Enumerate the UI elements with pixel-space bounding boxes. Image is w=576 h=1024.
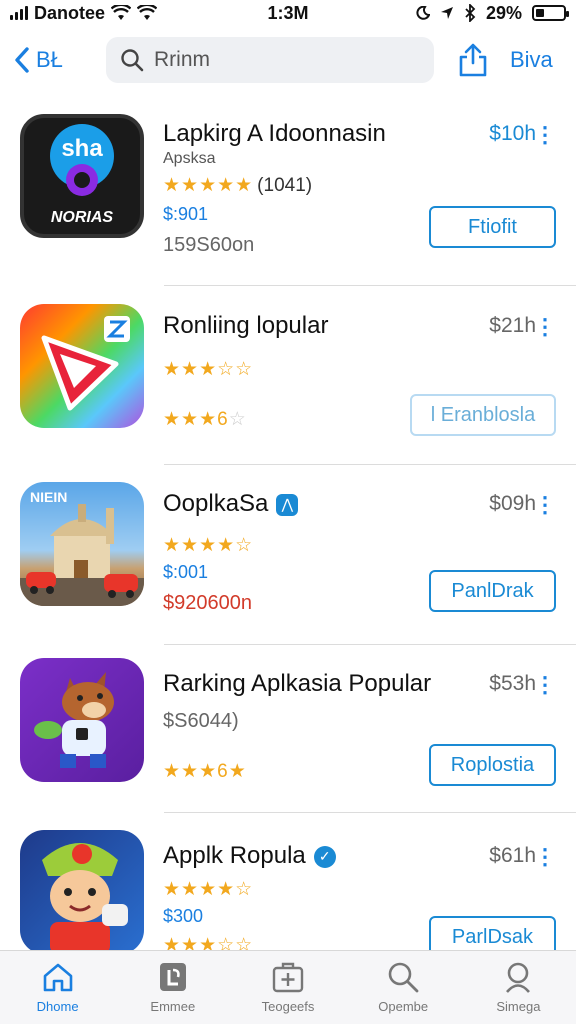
- tab-search-2[interactable]: Simega: [461, 951, 576, 1024]
- rating-suffix: 6: [217, 409, 229, 430]
- app-price: $21h: [489, 314, 536, 337]
- wifi-icon-2: [137, 5, 158, 20]
- app-price: $61h: [489, 844, 536, 867]
- app-title-text: Applk Ropula: [163, 842, 306, 869]
- tab-label: Emmee: [150, 999, 196, 1014]
- divider: [164, 285, 576, 286]
- chevron-left-icon: [15, 47, 29, 73]
- bluetooth-icon: [465, 4, 476, 22]
- rating-count: (1041): [257, 175, 313, 196]
- rating-stars: ★★★☆☆: [163, 358, 253, 381]
- status-bar: Danotee 1:3M 29%: [0, 0, 576, 26]
- signal-icon: [10, 6, 28, 20]
- star-glyphs: ★★★★★: [163, 175, 254, 196]
- tab-label: Opembe: [378, 999, 429, 1014]
- icon-text: NORIAS: [51, 209, 114, 226]
- app-meta: 159S60on: [163, 234, 255, 256]
- app-subtitle: Apsksa: [163, 150, 216, 167]
- nav-bar: BŁ Rrinm Biva: [0, 34, 576, 86]
- tab-bar: Dhome Emmee Teogeefs Opembe Simega: [0, 950, 576, 1024]
- divider: [164, 812, 576, 813]
- search-input[interactable]: Rrinm: [106, 37, 434, 83]
- get-button[interactable]: PanlDrak: [429, 570, 556, 612]
- get-button[interactable]: l Eranblosla: [410, 394, 556, 436]
- tab-search[interactable]: Opembe: [346, 951, 461, 1024]
- rating-stars: ★★★★★ (1041): [163, 174, 312, 197]
- app-title: Applk Ropula ✓: [163, 842, 336, 870]
- more-icon[interactable]: ⋮: [534, 844, 556, 870]
- app-title: Lapkirg A Idoonnasin: [163, 120, 386, 147]
- app-icon: [20, 304, 144, 428]
- star-glyphs: ★★★: [163, 761, 218, 782]
- app-icon: [20, 658, 144, 782]
- app-price: $53h: [489, 672, 536, 695]
- app-title: Rarking Aplkasia Popular: [163, 670, 432, 697]
- get-button[interactable]: Roplostia: [429, 744, 556, 786]
- rating-stars: ★★★6★: [163, 761, 247, 782]
- tab-label: Simega: [496, 999, 541, 1014]
- battery-percent: 29%: [485, 2, 522, 23]
- status-time: 1:3M: [267, 2, 309, 23]
- search-icon: [388, 962, 419, 993]
- carrier-label: Danotee: [34, 2, 106, 23]
- app-icon: NIEIN: [20, 482, 144, 606]
- back-label: BŁ: [36, 47, 63, 72]
- rating-stars-secondary: ★★★6☆: [163, 409, 247, 430]
- more-icon[interactable]: ⋮: [534, 122, 556, 148]
- icon-text: sha: [61, 135, 103, 162]
- wifi-icon: [111, 5, 132, 20]
- battery-icon: [532, 5, 569, 21]
- divider: [164, 644, 576, 645]
- app-icon: sha NORIAS: [20, 114, 144, 238]
- location-icon: [440, 7, 453, 19]
- app-meta: $:001: [163, 562, 209, 582]
- home-icon: [43, 963, 72, 992]
- app-meta: $S6044): [163, 710, 239, 732]
- nav-right-button[interactable]: Biva: [510, 47, 553, 73]
- app-price: $10h: [489, 122, 536, 145]
- verified-icon: ✓: [313, 845, 336, 868]
- app-title: OoplkaSa ⋀: [163, 490, 299, 518]
- verified-icon: ⋀: [276, 493, 299, 516]
- app-price: $09h: [489, 492, 536, 515]
- tab-home[interactable]: Dhome: [0, 951, 115, 1024]
- bag-plus-icon: [272, 962, 304, 993]
- app-title: Ronliing lopular: [163, 312, 329, 339]
- app-meta: $920600n: [163, 592, 252, 614]
- star-glyphs: ★★★★☆: [163, 535, 254, 556]
- app-meta: $300: [163, 906, 204, 926]
- tab-updates[interactable]: Teogeefs: [230, 951, 345, 1024]
- apps-icon: [159, 963, 186, 991]
- app-meta: $:901: [163, 204, 209, 224]
- app-title-text: OoplkaSa: [163, 490, 269, 517]
- divider: [164, 464, 576, 465]
- back-button[interactable]: BŁ: [14, 46, 106, 74]
- star-glyphs: ★★★★☆: [163, 879, 254, 900]
- tab-label: Dhome: [36, 999, 79, 1014]
- rating-suffix: 6: [217, 761, 229, 782]
- tab-apps[interactable]: Emmee: [115, 951, 230, 1024]
- app-icon: [20, 830, 144, 954]
- moon-icon: [416, 6, 430, 20]
- tab-label: Teogeefs: [261, 999, 315, 1014]
- search-icon-2: [506, 962, 531, 993]
- rating-stars: ★★★★☆: [163, 534, 253, 557]
- more-icon[interactable]: ⋮: [534, 672, 556, 698]
- star-glyphs: ★★★☆☆: [163, 359, 254, 380]
- icon-text: NIEIN: [30, 489, 67, 505]
- search-placeholder: Rrinm: [154, 48, 210, 71]
- more-icon[interactable]: ⋮: [534, 314, 556, 340]
- search-icon: [121, 49, 144, 72]
- get-button[interactable]: Ftiofit: [429, 206, 556, 248]
- share-icon[interactable]: [458, 43, 488, 77]
- more-icon[interactable]: ⋮: [534, 492, 556, 518]
- rating-stars: ★★★★☆: [163, 878, 253, 901]
- star-glyphs: ★★★: [163, 409, 218, 430]
